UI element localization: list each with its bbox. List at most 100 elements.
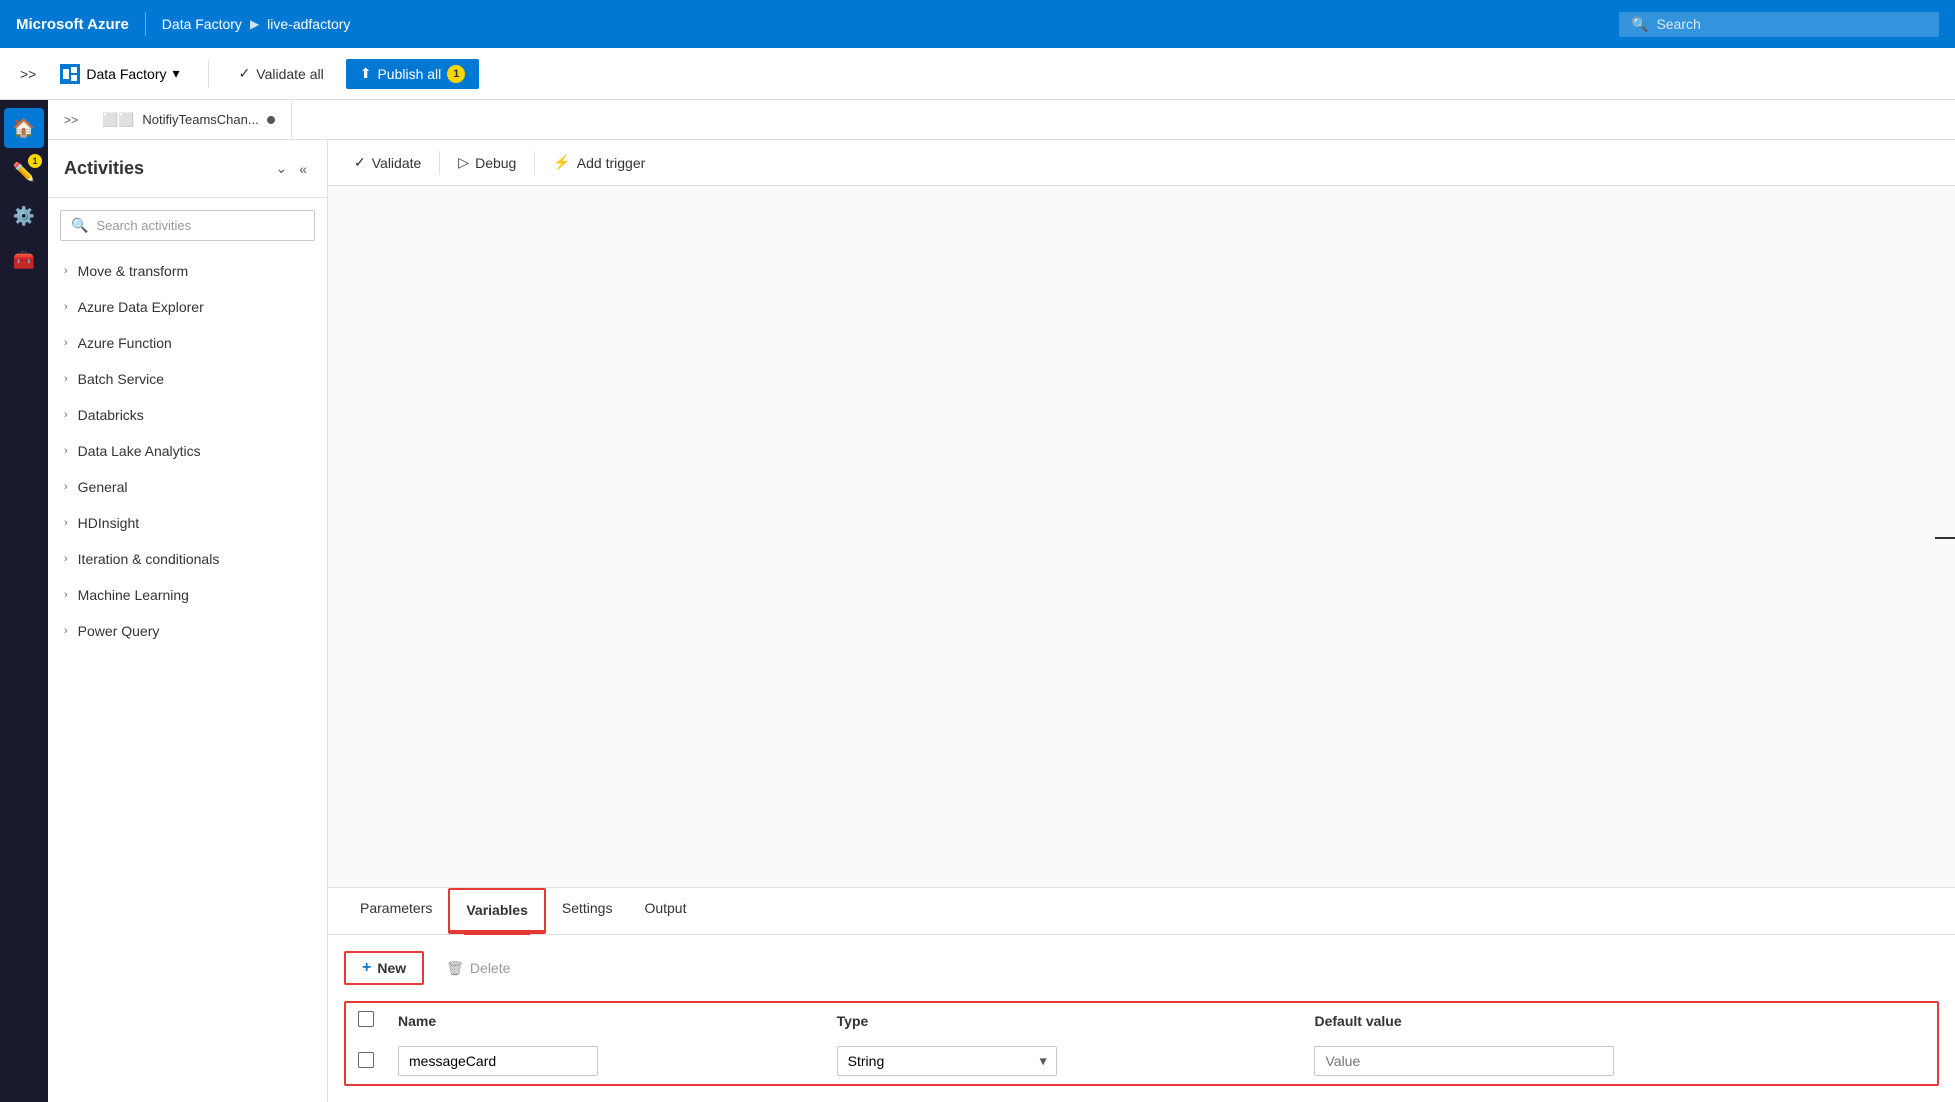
trash-icon: 🗑 [446,960,464,977]
activity-databricks[interactable]: › Databricks [48,397,327,433]
sidebar-toolbox-button[interactable]: 🧰 [4,240,44,280]
activity-hdinsight[interactable]: › HDInsight [48,505,327,541]
publish-icon: ⬆ [360,65,372,82]
activities-panel: Activities ⌄ « 🔍 › Move & transform [48,140,328,1102]
activity-label-7: HDInsight [78,515,139,531]
expand-button[interactable]: >> [16,62,40,86]
nav-path-df: Data Factory [162,16,242,32]
col-default-value: Default value [1302,1003,1937,1038]
activities-close-button[interactable]: « [295,156,311,181]
activity-chevron-6: › [64,481,68,493]
activity-batch-service[interactable]: › Batch Service [48,361,327,397]
activity-label-8: Iteration & conditionals [78,551,220,567]
variable-name-input[interactable] [398,1046,598,1076]
search-input[interactable] [1656,16,1927,32]
add-trigger-label: Add trigger [577,155,645,171]
activities-search-icon: 🔍 [71,217,88,234]
canvas-minimize-bar [1935,537,1955,539]
table-header-row: Name Type Default value [346,1003,1937,1038]
activity-label-0: Move & transform [78,263,188,279]
activity-label-4: Databricks [78,407,144,423]
debug-button[interactable]: ▷ Debug [448,148,526,177]
activities-search-box[interactable]: 🔍 [60,210,315,241]
new-label: New [377,960,406,976]
activities-header: Activities ⌄ « [48,140,327,198]
activity-chevron-7: › [64,517,68,529]
df-dropdown-icon: ▾ [173,65,180,82]
top-nav: Microsoft Azure Data Factory ▶ live-adfa… [0,0,1955,48]
sidebar-monitor-button[interactable]: ⚙️ [4,196,44,236]
sidebar-home-button[interactable]: 🏠 [4,108,44,148]
activity-label-9: Machine Learning [78,587,189,603]
new-variable-button[interactable]: + New [344,951,424,985]
validate-button[interactable]: ✓ Validate [344,148,431,177]
activity-data-lake-analytics[interactable]: › Data Lake Analytics [48,433,327,469]
activity-label-2: Azure Function [78,335,172,351]
bottom-tabs: Parameters Variables Settings Output [328,888,1955,935]
col-type: Type [825,1003,1303,1038]
validate-all-button[interactable]: ✓ Validate all [229,59,334,88]
activity-machine-learning[interactable]: › Machine Learning [48,577,327,613]
type-select-wrapper: String Boolean Integer Array [837,1046,1057,1076]
pipeline-tab[interactable]: ⬜⬜ NotifiyTeamsChan... [86,100,292,139]
activity-chevron-1: › [64,301,68,313]
col-name: Name [386,1003,825,1038]
canvas-area: ✓ Validate ▷ Debug ⚡ Add trigger [328,140,1955,1102]
activity-chevron-8: › [64,553,68,565]
canvas-sep-1 [439,151,440,175]
delete-button[interactable]: 🗑 Delete [436,954,520,983]
debug-label: Debug [475,155,516,171]
canvas-toolbar: ✓ Validate ▷ Debug ⚡ Add trigger [328,140,1955,186]
activity-power-query[interactable]: › Power Query [48,613,327,649]
activity-label-5: Data Lake Analytics [78,443,201,459]
header-checkbox[interactable] [358,1011,374,1027]
activity-move-transform[interactable]: › Move & transform [48,253,327,289]
variables-table: Name Type Default value [346,1003,1937,1084]
activity-label-1: Azure Data Explorer [78,299,204,315]
validate-icon: ✓ [239,65,251,82]
trigger-icon: ⚡ [553,154,570,171]
nav-divider [145,12,146,36]
activities-collapse-button[interactable]: ⌄ [271,156,291,181]
variables-table-wrapper: Name Type Default value [344,1001,1939,1086]
publish-all-button[interactable]: ⬆ Publish all 1 [346,59,480,89]
activities-search-input[interactable] [96,218,304,233]
activity-chevron-4: › [64,409,68,421]
edit-badge: 1 [28,154,42,168]
add-trigger-button[interactable]: ⚡ Add trigger [543,148,655,177]
activity-iteration-conditionals[interactable]: › Iteration & conditionals [48,541,327,577]
icon-sidebar: 🏠 ✏️ 1 ⚙️ 🧰 [0,100,48,1102]
table-row: String Boolean Integer Array [346,1038,1937,1084]
toolbar-separator-1 [208,60,209,88]
activity-label-10: Power Query [78,623,160,639]
df-selector[interactable]: Data Factory ▾ [52,60,187,88]
publish-label: Publish all [377,66,441,82]
activity-chevron-0: › [64,265,68,277]
validate-label: Validate [372,155,422,171]
tab-settings[interactable]: Settings [546,888,629,934]
tab-expand-icon[interactable]: >> [56,109,86,131]
variable-default-input[interactable] [1314,1046,1614,1076]
nav-path-factory: live-adfactory [267,16,350,32]
publish-badge: 1 [447,65,465,83]
delete-label: Delete [470,960,510,976]
tab-parameters[interactable]: Parameters [344,888,448,934]
plus-icon: + [362,959,371,977]
tab-output[interactable]: Output [628,888,702,934]
activities-title: Activities [64,158,144,179]
activity-azure-data-explorer[interactable]: › Azure Data Explorer [48,289,327,325]
sidebar-edit-button[interactable]: ✏️ 1 [4,152,44,192]
activity-general[interactable]: › General [48,469,327,505]
df-icon [60,64,80,84]
activity-azure-function[interactable]: › Azure Function [48,325,327,361]
bottom-content: + New 🗑 Delete [328,935,1955,1102]
variable-type-select[interactable]: String Boolean Integer Array [837,1046,1057,1076]
validate-check-icon: ✓ [354,154,366,171]
activity-chevron-3: › [64,373,68,385]
row-checkbox[interactable] [358,1052,374,1068]
global-search[interactable]: 🔍 [1619,12,1939,37]
debug-icon: ▷ [458,154,469,171]
tab-variables[interactable]: Variables [450,890,544,932]
canvas-sep-2 [534,151,535,175]
activity-chevron-9: › [64,589,68,601]
